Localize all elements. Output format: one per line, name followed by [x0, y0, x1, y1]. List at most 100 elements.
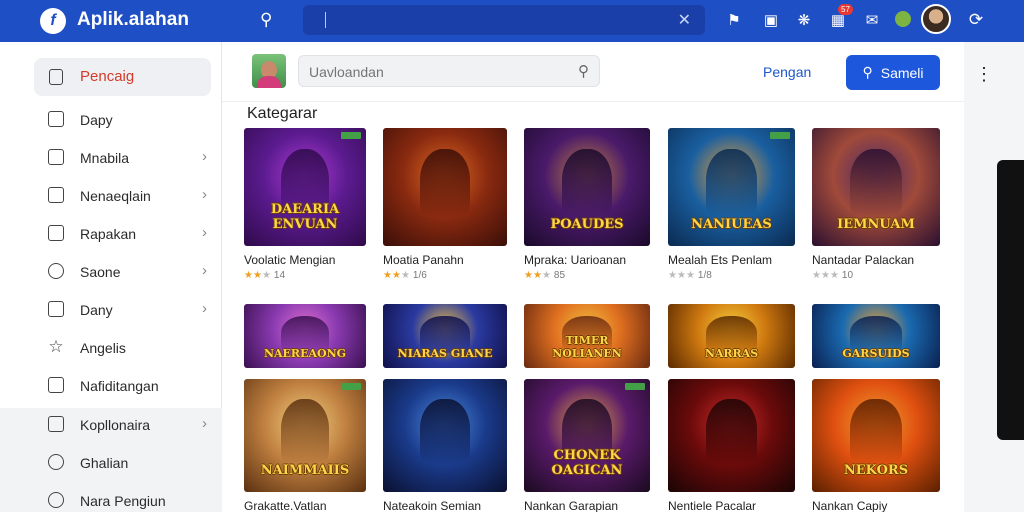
refresh-icon[interactable]: ⟳: [966, 10, 986, 30]
game-rating: ★★★ 85: [524, 270, 650, 281]
game-thumbnail[interactable]: NARRAS: [668, 304, 795, 368]
star-icon: ★: [820, 270, 830, 281]
game-thumbnail[interactable]: NAEREAONG: [244, 304, 366, 368]
game-thumbnail[interactable]: DAEARIA ENVUAN: [244, 128, 366, 246]
search-icon[interactable]: ⚲: [260, 10, 272, 30]
sidebar-item-3[interactable]: Nenaeqlain ›: [34, 181, 211, 211]
game-character: [280, 399, 330, 465]
game-card[interactable]: GARSUIDS: [812, 304, 940, 368]
game-card[interactable]: NAIMMAIIS Grakatte.Vatlan: [244, 379, 366, 512]
settings-icon[interactable]: ❋: [794, 10, 814, 30]
game-card[interactable]: IEMNUAM Nantadar Palackan ★★★ 10: [812, 128, 940, 281]
sidebar-item-label: Dany: [80, 302, 113, 318]
sidebar-item-11[interactable]: Nara Pengiun: [34, 486, 211, 512]
side-panel-handle[interactable]: [997, 160, 1024, 440]
game-logo-text: NARRAS: [704, 347, 759, 361]
game-thumbnail[interactable]: NANIUEAS: [668, 128, 795, 246]
sidebar-item-active[interactable]: Pencaig: [34, 58, 211, 96]
game-character: [561, 149, 613, 218]
content-header: ⚲ Pengan ⚲ Sameli: [222, 42, 964, 102]
sidebar-item-5[interactable]: Saone ›: [34, 257, 211, 287]
game-card[interactable]: TIMER NOLIANEN: [524, 304, 650, 368]
game-card[interactable]: Moatia Panahn ★★★ 1/6: [383, 128, 507, 281]
search-icon: ⚲: [862, 64, 873, 80]
game-thumbnail[interactable]: GARSUIDS: [812, 304, 940, 368]
content-search[interactable]: ⚲: [298, 55, 600, 87]
sidebar-item-4[interactable]: Rapakan ›: [34, 219, 211, 249]
game-character: [850, 149, 902, 218]
game-thumbnail[interactable]: [383, 128, 507, 246]
sidebar-item-9[interactable]: Kopllonaira ›: [34, 410, 211, 440]
game-title[interactable]: Nentiele Pacalar: [668, 499, 795, 512]
game-card[interactable]: NEKORS Nankan Capiy: [812, 379, 940, 512]
pengan-link[interactable]: Pengan: [763, 64, 811, 80]
sidebar-item-10[interactable]: Ghalian: [34, 448, 211, 478]
game-card[interactable]: NAEREAONG: [244, 304, 366, 368]
game-title[interactable]: Nankan Garapian: [524, 499, 650, 512]
game-card[interactable]: NARRAS: [668, 304, 795, 368]
list-icon: [48, 149, 64, 165]
game-thumbnail[interactable]: IEMNUAM: [812, 128, 940, 246]
user-avatar[interactable]: [252, 54, 286, 88]
chat-icon[interactable]: ✉: [862, 10, 882, 30]
game-thumbnail[interactable]: CHONEK OAGICAN: [524, 379, 650, 492]
game-card[interactable]: Nentiele Pacalar: [668, 379, 795, 512]
game-card[interactable]: CHONEK OAGICAN Nankan Garapian: [524, 379, 650, 512]
status-icon[interactable]: [895, 11, 911, 27]
game-logo-text: NANIUEAS: [691, 216, 772, 232]
sidebar-item-label: Kopllonaira: [80, 417, 151, 433]
game-thumbnail[interactable]: TIMER NOLIANEN: [524, 304, 650, 368]
new-tag: [770, 132, 790, 139]
apps-icon[interactable]: ▣: [761, 10, 781, 30]
game-card[interactable]: Nateakoin Semian: [383, 379, 507, 512]
game-logo-text: POAUDES: [550, 216, 624, 232]
profile-avatar[interactable]: [921, 4, 951, 34]
star-icon: ★: [829, 270, 839, 281]
game-thumbnail[interactable]: POAUDES: [524, 128, 650, 246]
chevron-right-icon: ›: [202, 148, 207, 165]
game-card[interactable]: NANIUEAS Mealah Ets Penlam ★★★ 1/8: [668, 128, 795, 281]
game-title[interactable]: Mealah Ets Penlam: [668, 253, 795, 267]
clear-icon[interactable]: ✕: [678, 10, 691, 30]
rating-value: 14: [273, 270, 286, 281]
star-icon: ★: [676, 270, 686, 281]
clock-icon: [48, 454, 64, 470]
game-card[interactable]: POAUDES Mpraka: Uarioanan ★★★ 85: [524, 128, 650, 281]
game-thumbnail[interactable]: [383, 379, 507, 492]
sidebar-item-2[interactable]: Mnabila ›: [34, 143, 211, 173]
primary-button[interactable]: ⚲ Sameli: [846, 55, 940, 90]
game-title[interactable]: Nantadar Palackan: [812, 253, 940, 267]
search-icon[interactable]: ⚲: [578, 62, 589, 80]
game-logo-text: NAIMMAIIS: [260, 463, 350, 479]
book-icon: [48, 301, 64, 317]
game-title[interactable]: Mpraka: Uarioanan: [524, 253, 650, 267]
notification-badge: 57: [838, 4, 853, 15]
star-icon: ★: [391, 270, 401, 281]
sidebar-item-1[interactable]: Dapy: [34, 105, 211, 135]
game-title[interactable]: Grakatte.Vatlan: [244, 499, 366, 512]
search-input[interactable]: [309, 62, 559, 82]
game-card[interactable]: NIARAS GIANE: [383, 304, 507, 368]
game-thumbnail[interactable]: [668, 379, 795, 492]
app-logo[interactable]: f: [40, 8, 66, 34]
game-title[interactable]: Nateakoin Semian: [383, 499, 507, 512]
primary-button-label: Sameli: [880, 64, 924, 81]
game-thumbnail[interactable]: NEKORS: [812, 379, 940, 492]
game-title[interactable]: Nankan Capiy: [812, 499, 940, 512]
more-options-icon[interactable]: ⋮: [975, 64, 993, 85]
game-logo-text: NIARAS GIANE: [397, 347, 493, 361]
sidebar-item-8[interactable]: Nafiditangan: [34, 371, 211, 401]
game-thumbnail[interactable]: NAIMMAIIS: [244, 379, 366, 492]
game-card[interactable]: DAEARIA ENVUAN Voolatic Mengian ★★★ 14: [244, 128, 366, 281]
game-thumbnail[interactable]: NIARAS GIANE: [383, 304, 507, 368]
game-title[interactable]: Voolatic Mengian: [244, 253, 366, 267]
new-tag: [341, 383, 361, 390]
file-icon: [49, 69, 63, 85]
top-search-input[interactable]: ✕: [303, 5, 705, 35]
game-logo-text: NEKORS: [843, 463, 909, 479]
game-title[interactable]: Moatia Panahn: [383, 253, 507, 267]
sidebar-item-6[interactable]: Dany ›: [34, 295, 211, 325]
store-icon[interactable]: ⚑: [724, 10, 744, 30]
sidebar-item-label: Rapakan: [80, 226, 137, 242]
sidebar-item-7[interactable]: ☆ Angelis: [34, 333, 211, 363]
